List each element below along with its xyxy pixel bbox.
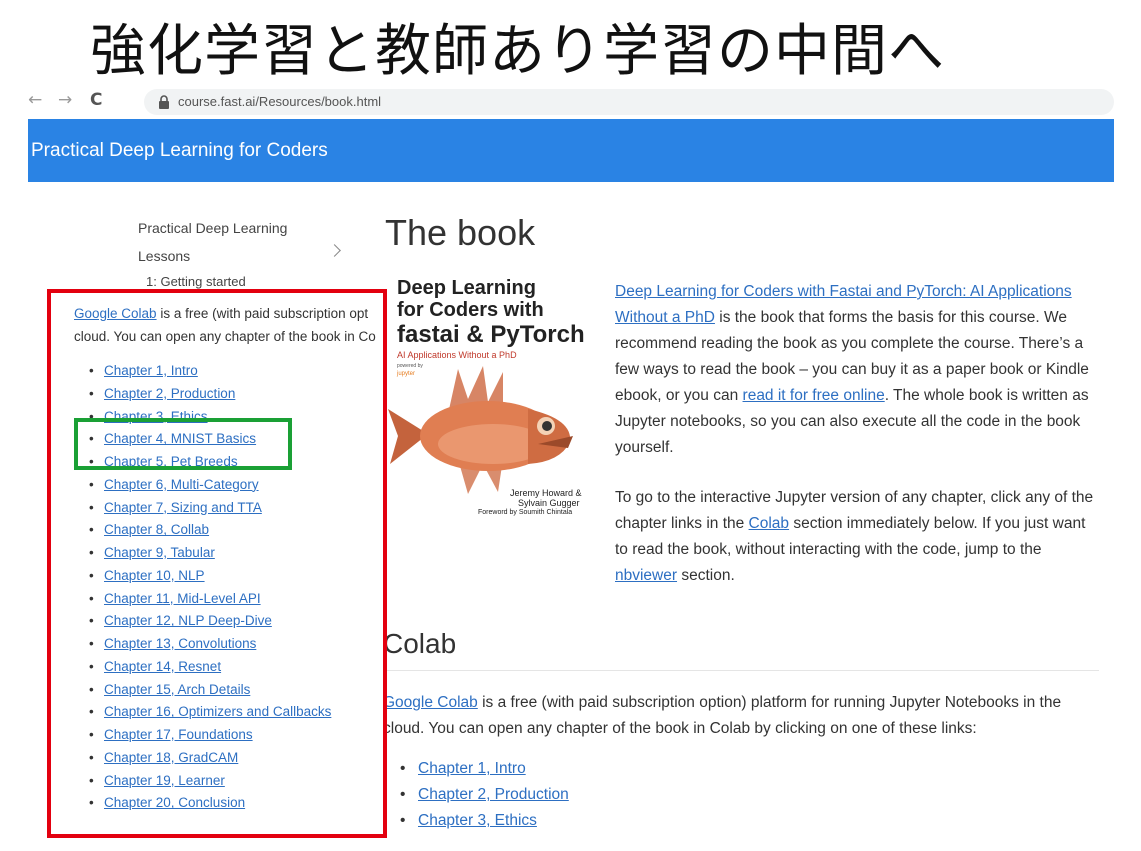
green-highlight-box xyxy=(74,418,292,470)
divider xyxy=(383,670,1099,671)
sidebar-item-lessons[interactable]: Lessons xyxy=(138,248,190,264)
book-cover-authors-line2: Sylvain Gugger xyxy=(518,498,580,508)
book-cover-image[interactable]: Deep Learning for Coders with fastai & P… xyxy=(388,276,598,516)
browser-toolbar: ← → C course.fast.ai/Resources/book.html xyxy=(28,88,1114,116)
nbviewer-section-link[interactable]: nbviewer xyxy=(615,567,677,584)
list-item: Chapter 2, Production xyxy=(400,786,569,812)
colab-heading: Colab xyxy=(383,628,457,659)
colab-section-link[interactable]: Colab xyxy=(749,515,790,532)
reload-icon[interactable]: C xyxy=(90,90,102,110)
back-icon[interactable]: ← xyxy=(28,90,42,110)
sidebar-item-getting-started[interactable]: 1: Getting started xyxy=(146,274,246,289)
book-cover-authors-line1: Jeremy Howard & xyxy=(510,488,582,498)
sidebar-item-practical-deep-learning[interactable]: Practical Deep Learning xyxy=(138,220,287,236)
colab-paragraph: Google Colab is a free (with paid subscr… xyxy=(383,690,1103,742)
jupyter-info-paragraph: To go to the interactive Jupyter version… xyxy=(615,485,1100,589)
list-item: Chapter 1, Intro xyxy=(400,760,569,786)
chapter-list: Chapter 1, Intro Chapter 2, Production C… xyxy=(400,760,569,838)
book-cover-subtitle: AI Applications Without a PhD xyxy=(397,350,517,360)
lock-icon xyxy=(159,95,169,109)
jupyter-text-3: section. xyxy=(677,567,735,584)
forward-icon[interactable]: → xyxy=(58,90,72,110)
book-cover-title-line2: for Coders with xyxy=(397,299,544,321)
book-cover-title-line1: Deep Learning xyxy=(397,277,536,299)
fish-illustration xyxy=(388,366,573,494)
chapter-3-link[interactable]: Chapter 3, Ethics xyxy=(418,812,537,829)
read-free-online-link[interactable]: read it for free online xyxy=(743,387,885,404)
red-highlight-box xyxy=(47,289,387,838)
page-title: The book xyxy=(385,212,536,253)
book-cover-foreword: Foreword by Soumith Chintala xyxy=(478,509,573,516)
address-bar[interactable]: course.fast.ai/Resources/book.html xyxy=(144,89,1114,115)
google-colab-link[interactable]: Google Colab xyxy=(383,694,478,711)
chapter-2-link[interactable]: Chapter 2, Production xyxy=(418,786,569,803)
chevron-right-icon[interactable] xyxy=(328,244,341,257)
colab-text: is a free (with paid subscription option… xyxy=(383,694,1062,737)
book-intro-paragraph: Deep Learning for Coders with Fastai and… xyxy=(615,279,1100,461)
book-cover-title-line3: fastai & PyTorch xyxy=(397,321,585,348)
chapter-1-link[interactable]: Chapter 1, Intro xyxy=(418,760,526,777)
list-item: Chapter 3, Ethics xyxy=(400,812,569,838)
url-text: course.fast.ai/Resources/book.html xyxy=(178,94,382,109)
site-title-link[interactable]: Practical Deep Learning for Coders xyxy=(31,140,328,162)
site-header: Practical Deep Learning for Coders xyxy=(28,119,1114,182)
slide-title: 強化学習と教師あり学習の中間へ xyxy=(90,19,945,84)
